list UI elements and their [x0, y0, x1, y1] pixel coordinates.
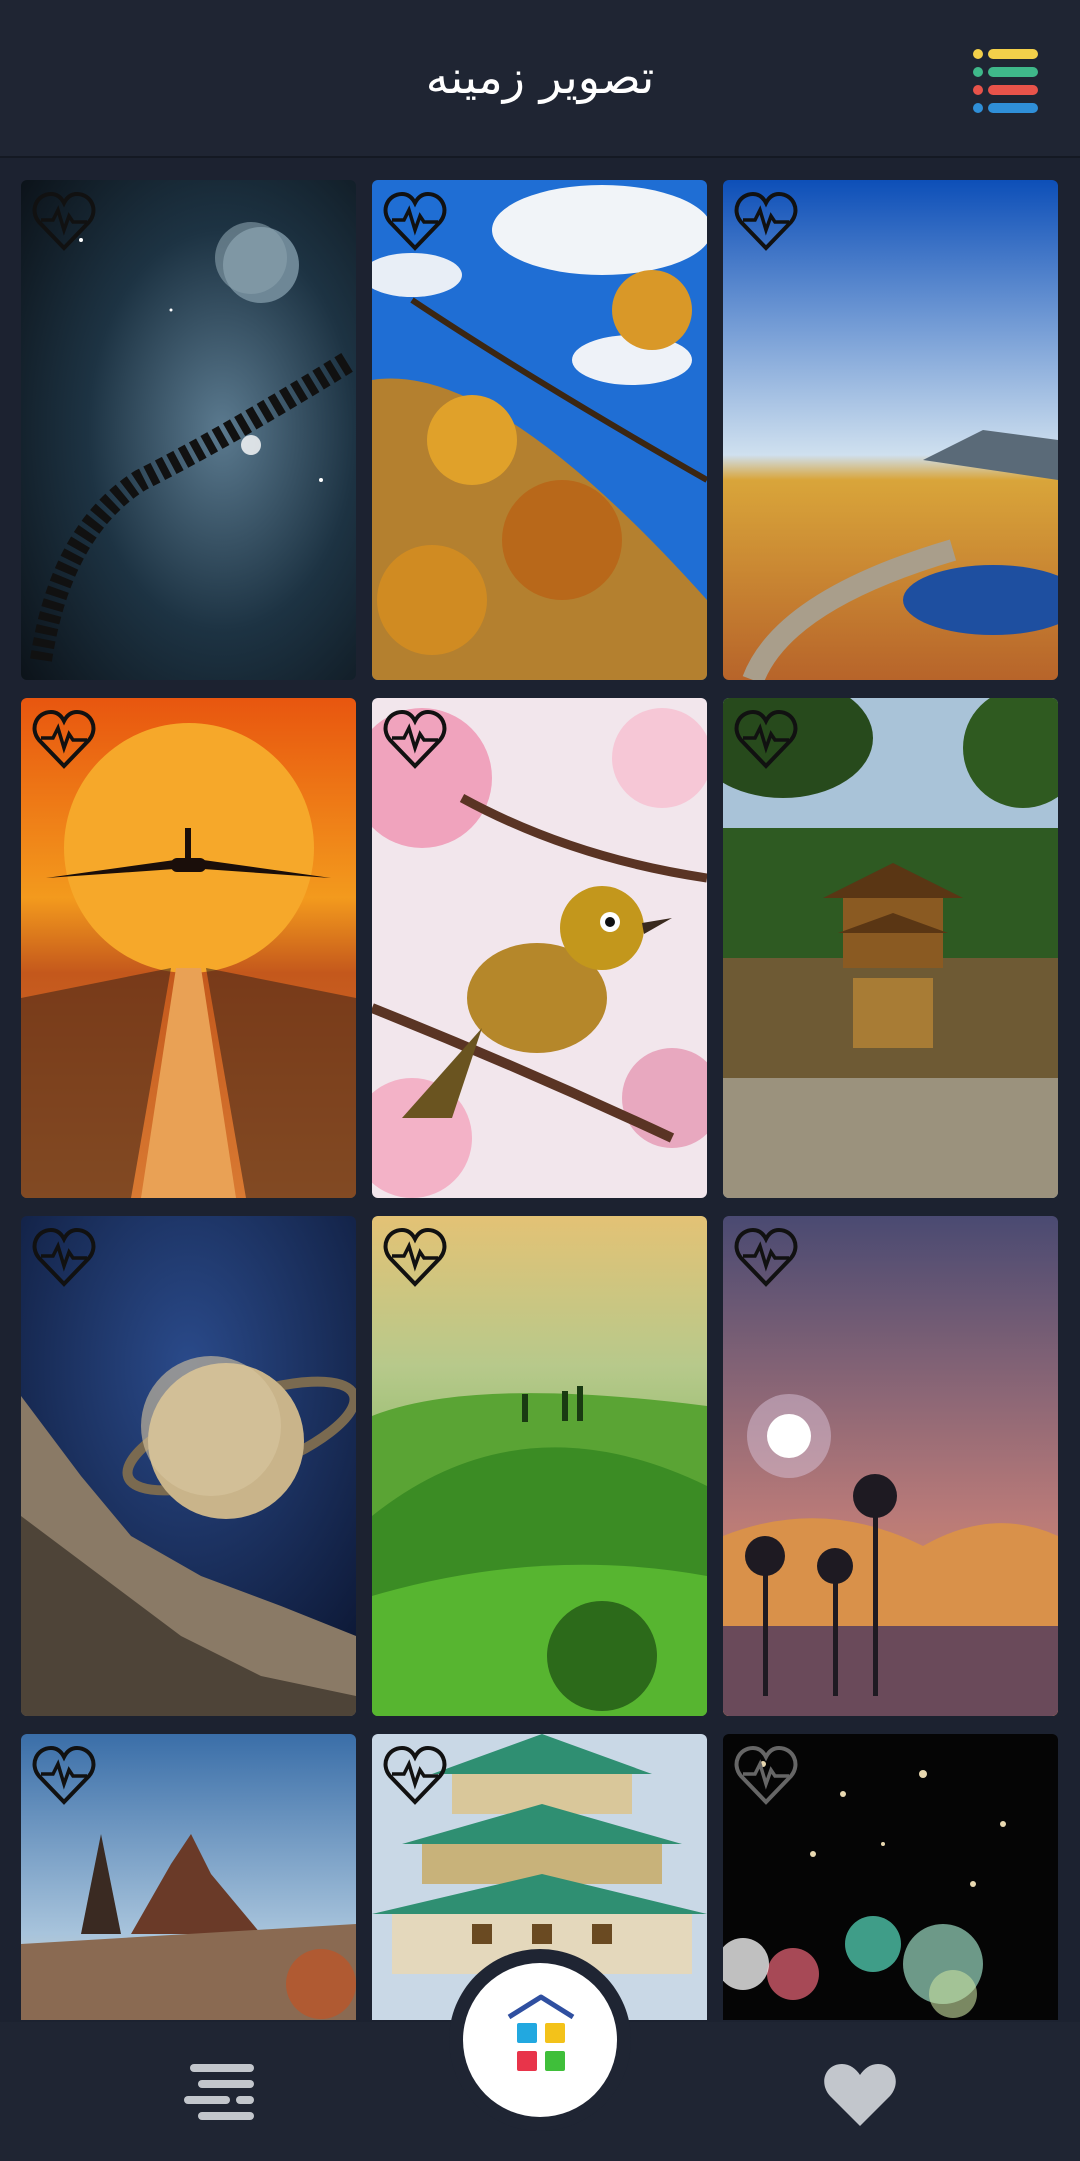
- wallpaper-tile-desert[interactable]: [21, 1734, 356, 2020]
- heart-pulse-icon[interactable]: [733, 708, 799, 770]
- wallpaper-tile-bokeh[interactable]: [723, 1734, 1058, 2020]
- page-title: تصوير زمينه: [425, 50, 655, 104]
- heart-pulse-icon[interactable]: [382, 1744, 448, 1806]
- wallpaper-image: [21, 180, 356, 680]
- menu-lines-icon[interactable]: [184, 2062, 258, 2124]
- wallpaper-tile-airplane[interactable]: [21, 698, 356, 1198]
- home-apps-icon: [507, 1994, 575, 2071]
- heart-pulse-icon[interactable]: [733, 1744, 799, 1806]
- wallpaper-tile-pavilion[interactable]: [723, 698, 1058, 1198]
- wallpaper-tile-bird[interactable]: [372, 698, 707, 1198]
- heart-pulse-icon[interactable]: [31, 1744, 97, 1806]
- wallpaper-image: [723, 698, 1058, 1198]
- heart-pulse-icon[interactable]: [382, 190, 448, 252]
- heart-pulse-icon[interactable]: [31, 1226, 97, 1288]
- wallpaper-tile-space[interactable]: [21, 180, 356, 680]
- wallpaper-image: [21, 1216, 356, 1716]
- wallpaper-tile-hills[interactable]: [372, 1216, 707, 1716]
- wallpaper-tile-moon-palms[interactable]: [723, 1216, 1058, 1716]
- wallpaper-image: [723, 1216, 1058, 1716]
- wallpaper-tile-saturn[interactable]: [21, 1216, 356, 1716]
- wallpaper-image: [21, 698, 356, 1198]
- heart-pulse-icon[interactable]: [733, 1226, 799, 1288]
- home-button[interactable]: [463, 1963, 617, 2117]
- wallpaper-tile-autumn[interactable]: [372, 180, 707, 680]
- heart-pulse-icon[interactable]: [382, 708, 448, 770]
- wallpaper-image: [372, 1216, 707, 1716]
- wallpaper-image: [723, 180, 1058, 680]
- wallpaper-tile-boardwalk[interactable]: [723, 180, 1058, 680]
- wallpaper-grid: [21, 180, 1059, 2020]
- wallpaper-image: [372, 698, 707, 1198]
- heart-pulse-icon[interactable]: [382, 1226, 448, 1288]
- heart-pulse-icon[interactable]: [733, 190, 799, 252]
- heart-pulse-icon[interactable]: [31, 708, 97, 770]
- heart-pulse-icon[interactable]: [31, 190, 97, 252]
- list-menu-icon[interactable]: [970, 46, 1040, 116]
- wallpaper-image: [372, 180, 707, 680]
- app-header: تصوير زمينه: [0, 0, 1080, 158]
- heart-icon[interactable]: [820, 2060, 900, 2130]
